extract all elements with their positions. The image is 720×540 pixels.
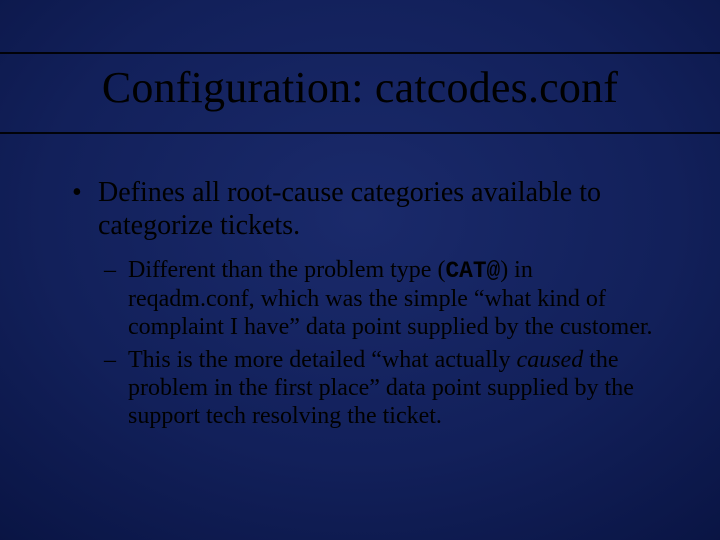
bullet-level2: Different than the problem type (CAT@) i… <box>102 256 660 342</box>
rule-top <box>0 52 720 54</box>
inline-code: CAT@ <box>445 258 500 284</box>
slide: Configuration: catcodes.conf Defines all… <box>0 0 720 540</box>
rule-bottom <box>0 132 720 134</box>
emphasis: caused <box>517 347 584 373</box>
slide-title: Configuration: catcodes.conf <box>0 62 720 113</box>
text: Different than the problem type ( <box>128 257 445 283</box>
text: This is the more detailed “what actually <box>128 347 517 373</box>
bullet-level2: This is the more detailed “what actually… <box>102 346 660 431</box>
bullet-level1: Defines all root-cause categories availa… <box>70 176 660 242</box>
slide-body: Defines all root-cause categories availa… <box>70 176 660 435</box>
